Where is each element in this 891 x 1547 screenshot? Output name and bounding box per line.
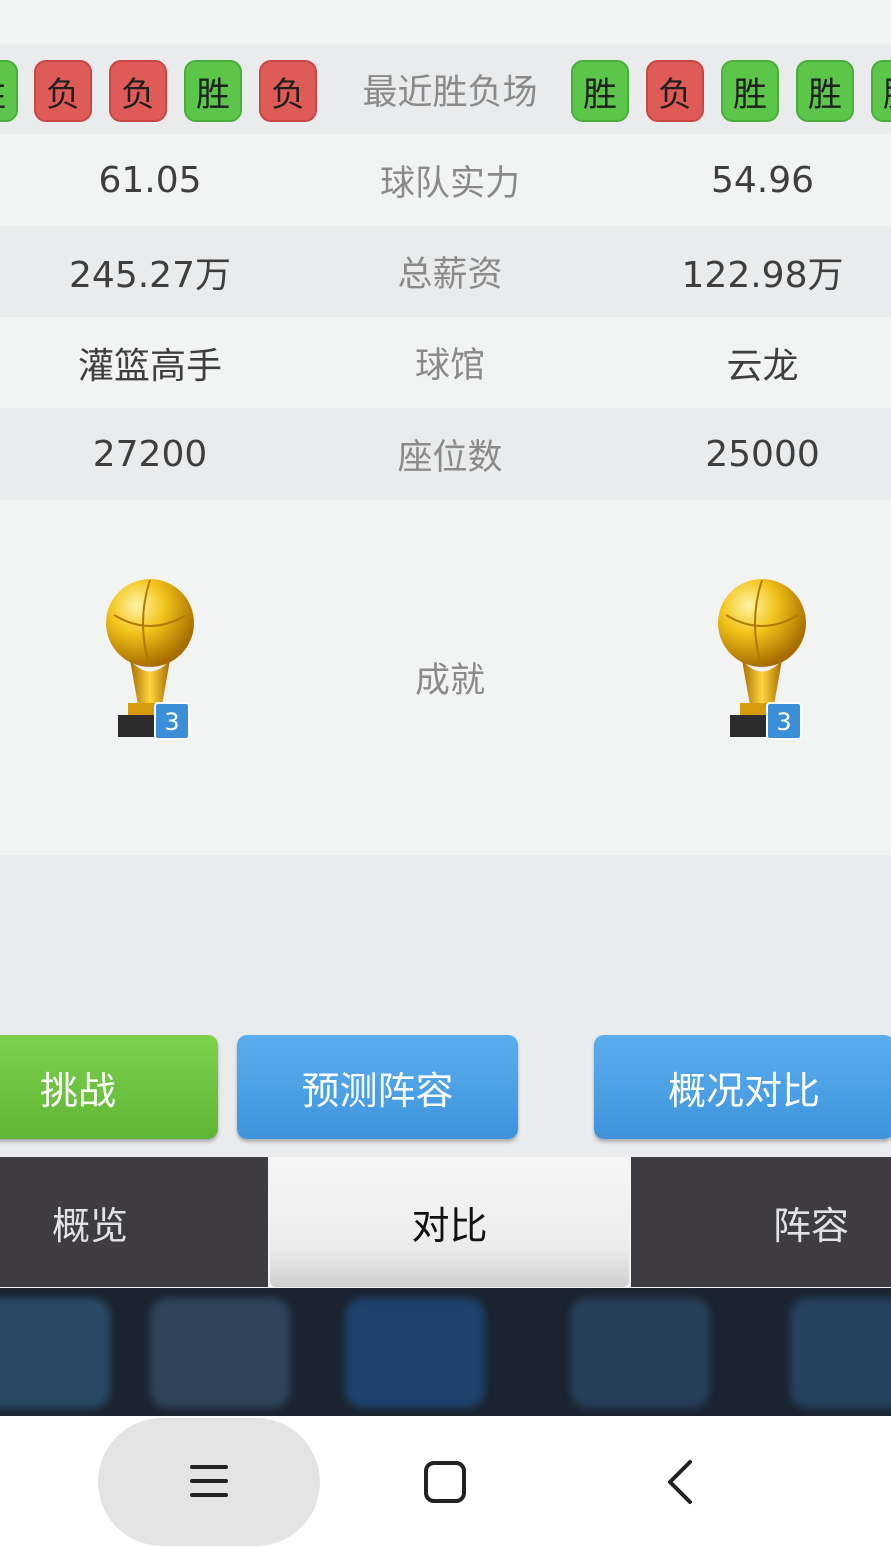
left-result-2: 负 xyxy=(34,60,92,122)
arena-label: 球馆 xyxy=(414,346,485,386)
left-team-arena: 灌篮高手 xyxy=(77,345,222,387)
game-nav-item-2[interactable] xyxy=(150,1298,290,1408)
game-nav-item-4[interactable] xyxy=(570,1298,710,1408)
system-nav-bar xyxy=(0,1416,891,1547)
right-team-arena: 云龙 xyxy=(726,345,799,387)
stat-row-arena: 灌篮高手 球馆 云龙 xyxy=(0,317,891,408)
right-result-5: 胜 xyxy=(871,60,891,122)
right-result-4: 胜 xyxy=(796,60,854,122)
right-team-strength: 54.96 xyxy=(710,159,815,201)
game-nav-item-1[interactable] xyxy=(0,1298,110,1408)
game-nav-item-5[interactable] xyxy=(790,1298,891,1408)
right-trophy-count: 3 xyxy=(776,708,791,736)
stat-row-salary: 245.27万 总薪资 122.98万 xyxy=(0,226,891,317)
left-result-3: 负 xyxy=(109,60,167,122)
seats-label: 座位数 xyxy=(397,437,503,478)
left-team-salary: 245.27万 xyxy=(69,254,231,296)
game-nav-item-3[interactable] xyxy=(345,1298,485,1408)
tab-compare[interactable]: 对比 xyxy=(270,1157,629,1287)
salary-label: 总薪资 xyxy=(397,255,503,295)
menu-icon[interactable] xyxy=(160,1456,260,1506)
challenge-button[interactable]: 挑战 xyxy=(0,1035,218,1139)
overview-compare-button[interactable]: 概况对比 xyxy=(594,1035,891,1139)
right-trophy-icon[interactable]: 3 xyxy=(712,575,812,745)
game-bottom-nav xyxy=(0,1288,891,1416)
left-team-strength: 61.05 xyxy=(98,159,202,201)
back-icon[interactable] xyxy=(640,1454,720,1510)
left-trophy-count: 3 xyxy=(164,708,179,736)
strength-label: 球队实力 xyxy=(379,163,520,204)
stat-row-seats: 27200 座位数 25000 xyxy=(0,408,891,500)
achievements-row: 3 成就 3 xyxy=(0,500,891,855)
left-result-4: 胜 xyxy=(184,60,242,122)
left-trophy-icon[interactable]: 3 xyxy=(100,575,200,745)
left-result-1: 胜 xyxy=(0,60,18,122)
right-result-3: 胜 xyxy=(721,60,779,122)
recent-games-row: 胜 负 负 胜 负 最近胜负场 胜 负 胜 胜 胜 xyxy=(0,44,891,134)
stat-row-strength: 61.05 球队实力 54.96 xyxy=(0,134,891,226)
predict-lineup-button[interactable]: 预测阵容 xyxy=(237,1035,518,1139)
tab-overview[interactable]: 概览 xyxy=(0,1157,268,1287)
recent-games-label: 最近胜负场 xyxy=(362,72,538,113)
tab-lineup[interactable]: 阵容 xyxy=(631,1157,891,1287)
right-result-1: 胜 xyxy=(571,60,629,122)
right-team-seats: 25000 xyxy=(705,433,820,475)
left-team-seats: 27200 xyxy=(92,433,208,475)
right-team-salary: 122.98万 xyxy=(681,254,844,296)
achievements-label: 成就 xyxy=(414,661,485,701)
right-result-2: 负 xyxy=(646,60,704,122)
home-icon[interactable] xyxy=(405,1454,485,1510)
